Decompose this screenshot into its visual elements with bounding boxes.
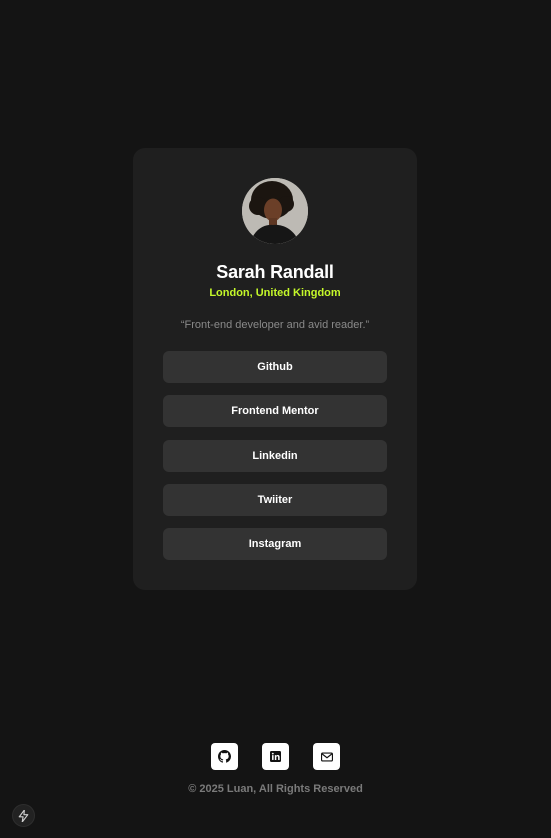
github-icon[interactable] xyxy=(211,743,238,770)
twitter-link-button[interactable]: Twiiter xyxy=(163,483,387,516)
linkedin-link-button[interactable]: Linkedin xyxy=(163,439,387,472)
linkedin-icon[interactable] xyxy=(262,743,289,770)
github-link-button[interactable]: Github xyxy=(163,351,387,383)
profile-location: London, United Kingdom xyxy=(209,287,341,299)
avatar xyxy=(242,178,308,244)
copyright-text: © 2025 Luan, All Rights Reserved xyxy=(188,783,363,795)
link-list: Github Frontend Mentor Linkedin Twiiter … xyxy=(163,351,387,572)
mail-icon[interactable] xyxy=(313,743,340,770)
instagram-link-button[interactable]: Instagram xyxy=(163,528,387,561)
profile-bio: “Front-end developer and avid reader.” xyxy=(180,319,370,331)
footer-socials xyxy=(211,743,340,770)
page: Sarah Randall London, United Kingdom “Fr… xyxy=(0,0,551,838)
profile-name: Sarah Randall xyxy=(216,262,334,282)
lightning-icon[interactable] xyxy=(12,804,35,827)
profile-card: Sarah Randall London, United Kingdom “Fr… xyxy=(133,148,417,590)
frontend-mentor-link-button[interactable]: Frontend Mentor xyxy=(163,395,387,428)
